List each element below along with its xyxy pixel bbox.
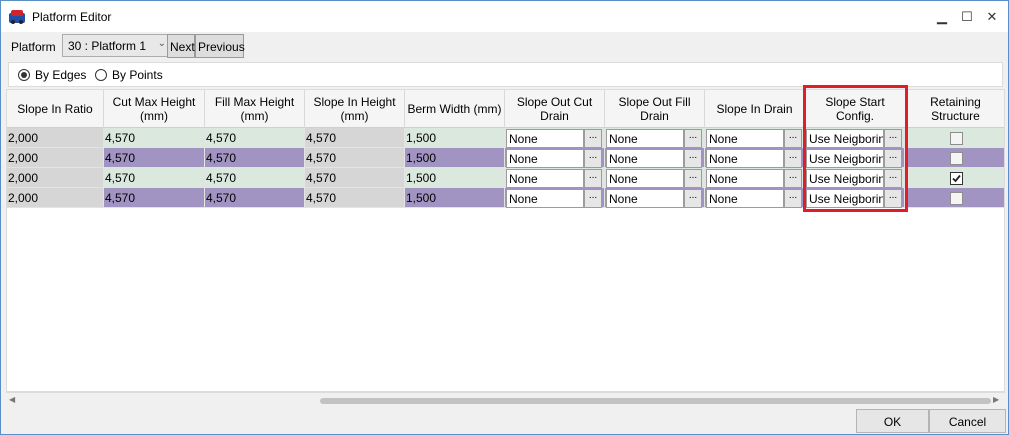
- slope-out-cut-drain-ellipsis-button[interactable]: ...: [584, 149, 602, 168]
- chevron-down-icon: ⌄: [157, 38, 166, 49]
- slope-out-cut-drain-field[interactable]: None: [506, 189, 584, 208]
- minimize-icon[interactable]: ▁: [929, 6, 955, 28]
- column-header-slope-in-drain[interactable]: Slope In Drain: [705, 90, 805, 128]
- horizontal-scrollbar[interactable]: ◀ ▶: [6, 392, 1005, 409]
- cell-fill-max-height[interactable]: 4,570: [205, 148, 305, 168]
- next-button[interactable]: Next: [167, 34, 195, 58]
- column-header-retaining-structure[interactable]: Retaining Structure: [906, 90, 1004, 128]
- slope-in-drain-field[interactable]: None: [706, 189, 784, 208]
- slope-start-config-highlight: [803, 85, 908, 212]
- cell-slope-in-ratio[interactable]: 2,000: [7, 188, 104, 208]
- title-bar[interactable]: Platform Editor ▁ ☐ ✕: [1, 1, 1008, 32]
- retaining-structure-checkbox[interactable]: [950, 172, 963, 185]
- cell-slope-in-height[interactable]: 4,570: [305, 148, 405, 168]
- scroll-left-icon[interactable]: ◀: [9, 395, 15, 404]
- mode-radio-group: By Edges By Points: [8, 62, 1003, 87]
- slope-out-fill-drain-ellipsis-button[interactable]: ...: [684, 189, 702, 208]
- slope-out-cut-drain-field[interactable]: None: [506, 149, 584, 168]
- slope-in-drain-ellipsis-button[interactable]: ...: [784, 189, 802, 208]
- slope-in-drain-field[interactable]: None: [706, 129, 784, 148]
- cell-berm-width[interactable]: 1,500: [405, 128, 505, 148]
- maximize-icon[interactable]: ☐: [954, 6, 980, 28]
- cancel-button[interactable]: Cancel: [929, 409, 1006, 433]
- platform-select-value: 30 : Platform 1: [68, 39, 147, 53]
- slope-out-fill-drain-field[interactable]: None: [606, 129, 684, 148]
- cell-fill-max-height[interactable]: 4,570: [205, 188, 305, 208]
- ok-button[interactable]: OK: [856, 409, 929, 433]
- radio-selected-icon: [18, 69, 30, 81]
- slope-out-fill-drain-ellipsis-button[interactable]: ...: [684, 149, 702, 168]
- column-header-slope-in-height[interactable]: Slope In Height (mm): [305, 90, 405, 128]
- by-points-label: By Points: [112, 68, 163, 82]
- previous-button[interactable]: Previous: [195, 34, 245, 58]
- slope-out-cut-drain-field[interactable]: None: [506, 169, 584, 188]
- slope-out-cut-drain-ellipsis-button[interactable]: ...: [584, 189, 602, 208]
- radio-unselected-icon: [95, 69, 107, 81]
- scroll-right-icon[interactable]: ▶: [993, 395, 999, 404]
- slope-in-drain-field[interactable]: None: [706, 149, 784, 168]
- cell-slope-in-ratio[interactable]: 2,000: [7, 148, 104, 168]
- cell-slope-in-height[interactable]: 4,570: [305, 188, 405, 208]
- scrollbar-thumb[interactable]: [320, 398, 991, 404]
- cell-fill-max-height[interactable]: 4,570: [205, 168, 305, 188]
- cell-slope-in-height[interactable]: 4,570: [305, 168, 405, 188]
- cell-cut-max-height[interactable]: 4,570: [104, 148, 205, 168]
- column-header-berm-width[interactable]: Berm Width (mm): [405, 90, 505, 128]
- close-icon[interactable]: ✕: [979, 6, 1005, 28]
- cell-slope-in-ratio[interactable]: 2,000: [7, 128, 104, 148]
- slope-out-fill-drain-field[interactable]: None: [606, 149, 684, 168]
- slope-out-cut-drain-field[interactable]: None: [506, 129, 584, 148]
- slope-out-fill-drain-field[interactable]: None: [606, 189, 684, 208]
- slope-out-cut-drain-ellipsis-button[interactable]: ...: [584, 169, 602, 188]
- cell-slope-in-height[interactable]: 4,570: [305, 128, 405, 148]
- cell-berm-width[interactable]: 1,500: [405, 148, 505, 168]
- by-points-radio[interactable]: By Points: [95, 68, 163, 82]
- platform-select[interactable]: 30 : Platform 1 ⌄: [62, 34, 172, 57]
- app-icon: [9, 10, 25, 24]
- retaining-structure-checkbox[interactable]: [950, 132, 963, 145]
- platform-editor-window: Platform Editor ▁ ☐ ✕ Platform 30 : Plat…: [0, 0, 1009, 435]
- platform-label: Platform: [11, 40, 56, 54]
- window-title: Platform Editor: [32, 10, 112, 24]
- by-edges-radio[interactable]: By Edges: [18, 68, 86, 82]
- slope-in-drain-ellipsis-button[interactable]: ...: [784, 149, 802, 168]
- slope-out-cut-drain-ellipsis-button[interactable]: ...: [584, 129, 602, 148]
- slope-out-fill-drain-ellipsis-button[interactable]: ...: [684, 129, 702, 148]
- platform-toolbar: Platform 30 : Platform 1 ⌄ Next Previous: [7, 34, 1003, 58]
- column-header-slope-in-ratio[interactable]: Slope In Ratio: [7, 90, 104, 128]
- slope-in-drain-ellipsis-button[interactable]: ...: [784, 129, 802, 148]
- slope-out-fill-drain-ellipsis-button[interactable]: ...: [684, 169, 702, 188]
- column-header-slope-out-cut-drain[interactable]: Slope Out Cut Drain: [505, 90, 605, 128]
- column-header-fill-max-height[interactable]: Fill Max Height (mm): [205, 90, 305, 128]
- column-header-cut-max-height[interactable]: Cut Max Height (mm): [104, 90, 205, 128]
- cell-berm-width[interactable]: 1,500: [405, 168, 505, 188]
- cell-cut-max-height[interactable]: 4,570: [104, 188, 205, 208]
- cell-berm-width[interactable]: 1,500: [405, 188, 505, 208]
- retaining-structure-checkbox[interactable]: [950, 192, 963, 205]
- slope-in-drain-ellipsis-button[interactable]: ...: [784, 169, 802, 188]
- cell-slope-in-ratio[interactable]: 2,000: [7, 168, 104, 188]
- cell-cut-max-height[interactable]: 4,570: [104, 128, 205, 148]
- by-edges-label: By Edges: [35, 68, 87, 82]
- slope-in-drain-field[interactable]: None: [706, 169, 784, 188]
- checkmark-icon: [952, 174, 961, 183]
- retaining-structure-checkbox[interactable]: [950, 152, 963, 165]
- cell-cut-max-height[interactable]: 4,570: [104, 168, 205, 188]
- cell-fill-max-height[interactable]: 4,570: [205, 128, 305, 148]
- slope-out-fill-drain-field[interactable]: None: [606, 169, 684, 188]
- column-header-slope-out-fill-drain[interactable]: Slope Out Fill Drain: [605, 90, 705, 128]
